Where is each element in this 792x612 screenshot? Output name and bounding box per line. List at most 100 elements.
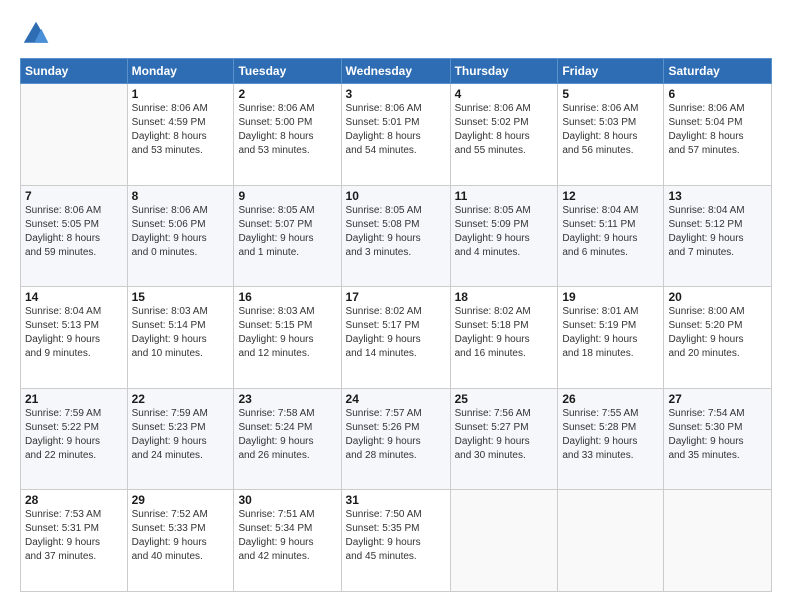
day-number: 13 — [668, 189, 767, 203]
day-cell: 21Sunrise: 7:59 AM Sunset: 5:22 PM Dayli… — [21, 388, 128, 490]
day-number: 17 — [346, 290, 446, 304]
day-cell: 23Sunrise: 7:58 AM Sunset: 5:24 PM Dayli… — [234, 388, 341, 490]
day-cell: 18Sunrise: 8:02 AM Sunset: 5:18 PM Dayli… — [450, 287, 558, 389]
day-info: Sunrise: 7:58 AM Sunset: 5:24 PM Dayligh… — [238, 407, 336, 463]
day-cell: 9Sunrise: 8:05 AM Sunset: 5:07 PM Daylig… — [234, 185, 341, 287]
day-number: 26 — [562, 392, 659, 406]
day-number: 9 — [238, 189, 336, 203]
day-number: 18 — [455, 290, 554, 304]
day-info: Sunrise: 8:06 AM Sunset: 5:03 PM Dayligh… — [562, 102, 659, 158]
day-info: Sunrise: 8:03 AM Sunset: 5:14 PM Dayligh… — [132, 305, 230, 361]
day-cell: 31Sunrise: 7:50 AM Sunset: 5:35 PM Dayli… — [341, 490, 450, 592]
day-cell: 22Sunrise: 7:59 AM Sunset: 5:23 PM Dayli… — [127, 388, 234, 490]
day-number: 16 — [238, 290, 336, 304]
day-info: Sunrise: 7:59 AM Sunset: 5:22 PM Dayligh… — [25, 407, 123, 463]
day-info: Sunrise: 8:06 AM Sunset: 5:06 PM Dayligh… — [132, 204, 230, 260]
day-number: 7 — [25, 189, 123, 203]
day-cell: 14Sunrise: 8:04 AM Sunset: 5:13 PM Dayli… — [21, 287, 128, 389]
day-info: Sunrise: 8:01 AM Sunset: 5:19 PM Dayligh… — [562, 305, 659, 361]
day-number: 4 — [455, 87, 554, 101]
day-number: 20 — [668, 290, 767, 304]
day-info: Sunrise: 8:06 AM Sunset: 4:59 PM Dayligh… — [132, 102, 230, 158]
day-info: Sunrise: 7:56 AM Sunset: 5:27 PM Dayligh… — [455, 407, 554, 463]
calendar-table: SundayMondayTuesdayWednesdayThursdayFrid… — [20, 58, 772, 592]
day-cell — [558, 490, 664, 592]
day-cell: 24Sunrise: 7:57 AM Sunset: 5:26 PM Dayli… — [341, 388, 450, 490]
day-info: Sunrise: 7:50 AM Sunset: 5:35 PM Dayligh… — [346, 508, 446, 564]
day-number: 21 — [25, 392, 123, 406]
day-info: Sunrise: 8:06 AM Sunset: 5:02 PM Dayligh… — [455, 102, 554, 158]
day-number: 27 — [668, 392, 767, 406]
day-cell: 17Sunrise: 8:02 AM Sunset: 5:17 PM Dayli… — [341, 287, 450, 389]
col-header-monday: Monday — [127, 59, 234, 84]
col-header-wednesday: Wednesday — [341, 59, 450, 84]
day-cell: 20Sunrise: 8:00 AM Sunset: 5:20 PM Dayli… — [664, 287, 772, 389]
day-number: 6 — [668, 87, 767, 101]
col-header-tuesday: Tuesday — [234, 59, 341, 84]
col-header-saturday: Saturday — [664, 59, 772, 84]
day-number: 5 — [562, 87, 659, 101]
day-cell: 28Sunrise: 7:53 AM Sunset: 5:31 PM Dayli… — [21, 490, 128, 592]
day-cell: 12Sunrise: 8:04 AM Sunset: 5:11 PM Dayli… — [558, 185, 664, 287]
day-number: 28 — [25, 493, 123, 507]
day-number: 25 — [455, 392, 554, 406]
day-cell — [664, 490, 772, 592]
day-cell — [21, 84, 128, 186]
col-header-sunday: Sunday — [21, 59, 128, 84]
day-info: Sunrise: 8:04 AM Sunset: 5:13 PM Dayligh… — [25, 305, 123, 361]
day-info: Sunrise: 8:04 AM Sunset: 5:12 PM Dayligh… — [668, 204, 767, 260]
day-cell: 15Sunrise: 8:03 AM Sunset: 5:14 PM Dayli… — [127, 287, 234, 389]
week-row-1: 1Sunrise: 8:06 AM Sunset: 4:59 PM Daylig… — [21, 84, 772, 186]
day-info: Sunrise: 7:57 AM Sunset: 5:26 PM Dayligh… — [346, 407, 446, 463]
day-cell: 30Sunrise: 7:51 AM Sunset: 5:34 PM Dayli… — [234, 490, 341, 592]
day-cell: 10Sunrise: 8:05 AM Sunset: 5:08 PM Dayli… — [341, 185, 450, 287]
day-cell: 19Sunrise: 8:01 AM Sunset: 5:19 PM Dayli… — [558, 287, 664, 389]
page: SundayMondayTuesdayWednesdayThursdayFrid… — [0, 0, 792, 612]
day-number: 22 — [132, 392, 230, 406]
logo-icon — [22, 20, 50, 48]
day-info: Sunrise: 8:06 AM Sunset: 5:01 PM Dayligh… — [346, 102, 446, 158]
day-info: Sunrise: 8:03 AM Sunset: 5:15 PM Dayligh… — [238, 305, 336, 361]
day-info: Sunrise: 7:51 AM Sunset: 5:34 PM Dayligh… — [238, 508, 336, 564]
day-number: 10 — [346, 189, 446, 203]
day-info: Sunrise: 8:04 AM Sunset: 5:11 PM Dayligh… — [562, 204, 659, 260]
day-info: Sunrise: 8:06 AM Sunset: 5:05 PM Dayligh… — [25, 204, 123, 260]
day-cell: 2Sunrise: 8:06 AM Sunset: 5:00 PM Daylig… — [234, 84, 341, 186]
day-cell: 3Sunrise: 8:06 AM Sunset: 5:01 PM Daylig… — [341, 84, 450, 186]
day-cell: 27Sunrise: 7:54 AM Sunset: 5:30 PM Dayli… — [664, 388, 772, 490]
week-row-5: 28Sunrise: 7:53 AM Sunset: 5:31 PM Dayli… — [21, 490, 772, 592]
logo — [20, 20, 50, 48]
day-number: 19 — [562, 290, 659, 304]
day-cell: 1Sunrise: 8:06 AM Sunset: 4:59 PM Daylig… — [127, 84, 234, 186]
day-cell — [450, 490, 558, 592]
week-row-2: 7Sunrise: 8:06 AM Sunset: 5:05 PM Daylig… — [21, 185, 772, 287]
day-number: 8 — [132, 189, 230, 203]
day-cell: 13Sunrise: 8:04 AM Sunset: 5:12 PM Dayli… — [664, 185, 772, 287]
day-cell: 6Sunrise: 8:06 AM Sunset: 5:04 PM Daylig… — [664, 84, 772, 186]
day-number: 11 — [455, 189, 554, 203]
day-number: 24 — [346, 392, 446, 406]
day-info: Sunrise: 7:54 AM Sunset: 5:30 PM Dayligh… — [668, 407, 767, 463]
day-info: Sunrise: 8:06 AM Sunset: 5:00 PM Dayligh… — [238, 102, 336, 158]
day-cell: 4Sunrise: 8:06 AM Sunset: 5:02 PM Daylig… — [450, 84, 558, 186]
day-cell: 5Sunrise: 8:06 AM Sunset: 5:03 PM Daylig… — [558, 84, 664, 186]
day-number: 30 — [238, 493, 336, 507]
week-row-3: 14Sunrise: 8:04 AM Sunset: 5:13 PM Dayli… — [21, 287, 772, 389]
header-row: SundayMondayTuesdayWednesdayThursdayFrid… — [21, 59, 772, 84]
day-cell: 7Sunrise: 8:06 AM Sunset: 5:05 PM Daylig… — [21, 185, 128, 287]
day-cell: 29Sunrise: 7:52 AM Sunset: 5:33 PM Dayli… — [127, 490, 234, 592]
day-info: Sunrise: 8:05 AM Sunset: 5:09 PM Dayligh… — [455, 204, 554, 260]
day-info: Sunrise: 8:05 AM Sunset: 5:08 PM Dayligh… — [346, 204, 446, 260]
day-info: Sunrise: 8:00 AM Sunset: 5:20 PM Dayligh… — [668, 305, 767, 361]
day-number: 23 — [238, 392, 336, 406]
day-info: Sunrise: 8:06 AM Sunset: 5:04 PM Dayligh… — [668, 102, 767, 158]
day-number: 14 — [25, 290, 123, 304]
day-cell: 26Sunrise: 7:55 AM Sunset: 5:28 PM Dayli… — [558, 388, 664, 490]
day-number: 29 — [132, 493, 230, 507]
week-row-4: 21Sunrise: 7:59 AM Sunset: 5:22 PM Dayli… — [21, 388, 772, 490]
day-number: 31 — [346, 493, 446, 507]
day-number: 15 — [132, 290, 230, 304]
day-number: 1 — [132, 87, 230, 101]
col-header-thursday: Thursday — [450, 59, 558, 84]
day-info: Sunrise: 7:59 AM Sunset: 5:23 PM Dayligh… — [132, 407, 230, 463]
